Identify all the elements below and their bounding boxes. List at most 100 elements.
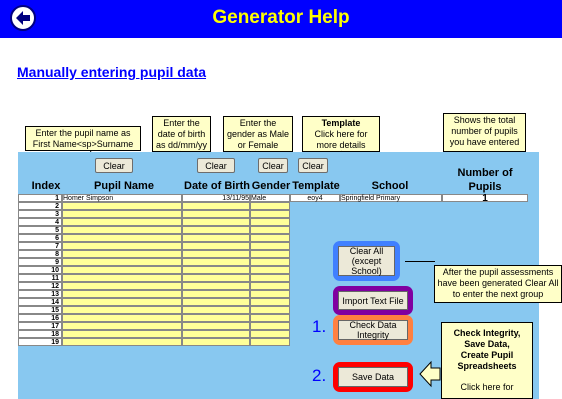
check-integrity-tooltip: Check Integrity, Save Data, Create Pupil…	[441, 322, 533, 399]
dob-cell[interactable]	[182, 258, 250, 266]
pupil-name-cell[interactable]	[62, 234, 182, 242]
dob-cell[interactable]	[182, 274, 250, 282]
row-index: 12	[18, 282, 62, 290]
template-cell[interactable]: eoy4	[290, 194, 340, 202]
header-bar: Generator Help	[0, 0, 562, 38]
gender-cell[interactable]	[250, 202, 290, 210]
pupil-name-cell[interactable]	[62, 274, 182, 282]
pupil-name-cell[interactable]	[62, 306, 182, 314]
gender-cell[interactable]	[250, 314, 290, 322]
row-index: 17	[18, 322, 62, 330]
school-cell[interactable]: Springfield Primary	[340, 194, 442, 202]
save-data-button[interactable]: Save Data	[333, 362, 413, 392]
row-index: 15	[18, 306, 62, 314]
pupil-name-cell[interactable]	[62, 210, 182, 218]
dob-cell[interactable]	[182, 330, 250, 338]
pupil-name-cell[interactable]	[62, 250, 182, 258]
table-row: 7	[18, 242, 539, 250]
col-school: School	[371, 180, 409, 192]
pupil-name-cell[interactable]	[62, 226, 182, 234]
import-text-file-button[interactable]: Import Text File	[333, 286, 413, 315]
pupil-name-cell[interactable]	[62, 290, 182, 298]
dob-cell[interactable]	[182, 306, 250, 314]
pupil-name-cell[interactable]	[62, 202, 182, 210]
dob-cell[interactable]	[182, 314, 250, 322]
table-row: 6	[18, 234, 539, 242]
pupil-name-cell[interactable]	[62, 242, 182, 250]
gender-cell[interactable]	[250, 266, 290, 274]
gender-cell[interactable]	[250, 258, 290, 266]
pupil-name-cell[interactable]	[62, 218, 182, 226]
col-dob: Date of Birth	[184, 180, 250, 192]
dob-tooltip: Enter the date of birth as dd/mm/yy	[152, 116, 211, 152]
table-row: 15	[18, 306, 539, 314]
gender-cell[interactable]	[250, 322, 290, 330]
dob-cell[interactable]	[182, 234, 250, 242]
row-index: 13	[18, 290, 62, 298]
row-index: 4	[18, 218, 62, 226]
gender-cell[interactable]	[250, 274, 290, 282]
dob-cell[interactable]	[182, 266, 250, 274]
table-row: 4	[18, 218, 539, 226]
dob-cell[interactable]: 13/11/95	[182, 194, 250, 202]
total-tooltip: Shows the total number of pupils you hav…	[443, 113, 526, 152]
table-row: 2	[18, 202, 539, 210]
clear-gender-button[interactable]: Clear	[258, 158, 288, 173]
dob-cell[interactable]	[182, 338, 250, 346]
template-tooltip-body: Click here for more details	[314, 129, 368, 150]
pupil-name-cell[interactable]	[62, 266, 182, 274]
save-label: Save Data	[338, 367, 408, 387]
dob-cell[interactable]	[182, 226, 250, 234]
gender-cell[interactable]	[250, 290, 290, 298]
clear-name-button[interactable]: Clear	[95, 158, 133, 173]
check-label: Check Data Integrity	[338, 320, 408, 340]
pupil-name-cell[interactable]	[62, 282, 182, 290]
gender-cell[interactable]	[250, 218, 290, 226]
pupil-name-cell[interactable]	[62, 330, 182, 338]
gender-cell[interactable]: Male	[250, 194, 290, 202]
pupil-name-cell[interactable]: Homer Simpson	[62, 194, 182, 202]
pupil-name-cell[interactable]	[62, 258, 182, 266]
pupil-name-cell[interactable]	[62, 314, 182, 322]
pupil-name-cell[interactable]	[62, 298, 182, 306]
dob-cell[interactable]	[182, 298, 250, 306]
clear-template-button[interactable]: Clear	[298, 158, 328, 173]
gender-cell[interactable]	[250, 306, 290, 314]
pupil-count: 1	[442, 194, 528, 204]
dob-cell[interactable]	[182, 218, 250, 226]
pupil-name-cell[interactable]	[62, 322, 182, 330]
gender-cell[interactable]	[250, 210, 290, 218]
col-number: Number of Pupils	[457, 167, 513, 193]
dob-cell[interactable]	[182, 202, 250, 210]
row-index: 3	[18, 210, 62, 218]
pupil-name-cell[interactable]	[62, 338, 182, 346]
dob-cell[interactable]	[182, 282, 250, 290]
row-index: 2	[18, 202, 62, 210]
gender-cell[interactable]	[250, 282, 290, 290]
gender-cell[interactable]	[250, 298, 290, 306]
col-index: Index	[31, 180, 61, 192]
dob-cell[interactable]	[182, 210, 250, 218]
check-tip-line2: Save Data,	[464, 339, 510, 349]
col-template: Template	[292, 180, 340, 192]
gender-cell[interactable]	[250, 242, 290, 250]
dob-cell[interactable]	[182, 322, 250, 330]
dob-cell[interactable]	[182, 290, 250, 298]
dob-cell[interactable]	[182, 242, 250, 250]
col-gender: Gender	[251, 180, 291, 192]
row-index: 5	[18, 226, 62, 234]
dob-cell[interactable]	[182, 250, 250, 258]
check-data-integrity-button[interactable]: Check Data Integrity	[333, 315, 413, 345]
row-index: 9	[18, 258, 62, 266]
gender-cell[interactable]	[250, 338, 290, 346]
clear-dob-button[interactable]: Clear	[197, 158, 235, 173]
col-name: Pupil Name	[94, 180, 154, 192]
step-2-label: 2.	[312, 366, 327, 385]
clear-all-button[interactable]: Clear All (except School)	[333, 241, 400, 281]
gender-cell[interactable]	[250, 250, 290, 258]
table-row: 3	[18, 210, 539, 218]
gender-cell[interactable]	[250, 234, 290, 242]
check-tip-line3: Create Pupil	[460, 350, 514, 360]
gender-cell[interactable]	[250, 330, 290, 338]
gender-cell[interactable]	[250, 226, 290, 234]
